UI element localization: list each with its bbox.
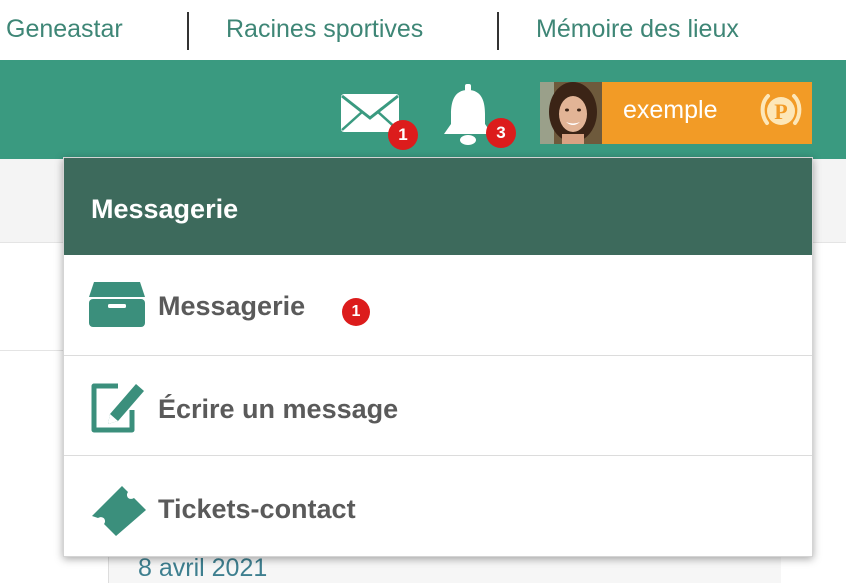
menu-item-label: Écrire un message <box>158 394 399 424</box>
ticket-icon <box>92 486 146 536</box>
top-link-memoire-des-lieux[interactable]: Mémoire des lieux <box>536 15 739 44</box>
inbox-tray-icon <box>89 282 145 327</box>
user-name: exemple <box>623 96 718 124</box>
menu-item-tickets-contact[interactable]: Tickets-contact <box>64 455 812 555</box>
notifications-count-badge: 3 <box>486 118 516 148</box>
messages-button[interactable]: 1 <box>339 88 418 150</box>
messages-count-badge: 1 <box>388 120 418 150</box>
user-menu-button[interactable]: exemple P <box>540 82 812 144</box>
premium-letter: P <box>774 99 787 124</box>
top-link-racines-sportives[interactable]: Racines sportives <box>226 15 423 44</box>
menu-item-ecrire-un-message[interactable]: Écrire un message <box>64 355 812 455</box>
avatar <box>540 82 602 144</box>
top-link-separator <box>187 12 189 50</box>
dropdown-header: Messagerie <box>64 158 812 255</box>
top-link-separator <box>497 12 499 50</box>
messagerie-count-badge: 1 <box>342 298 370 326</box>
premium-badge-icon: P <box>760 94 802 125</box>
top-links-bar: Geneastar Racines sportives Mémoire des … <box>0 0 846 60</box>
compose-icon <box>91 383 144 433</box>
site-header: 1 3 exemple P <box>0 60 846 159</box>
menu-item-label: Tickets-contact <box>158 494 356 524</box>
page-date: 8 avril 2021 <box>138 554 268 582</box>
avatar-image <box>540 82 602 144</box>
dropdown-title: Messagerie <box>91 194 239 224</box>
page-divider <box>0 350 70 351</box>
top-link-geneastar[interactable]: Geneastar <box>6 15 123 44</box>
menu-item-label: Messagerie <box>158 291 306 321</box>
messaging-dropdown: Messagerie Messagerie 1 Écrire un messag… <box>63 157 813 557</box>
menu-item-messagerie[interactable]: Messagerie 1 <box>64 255 812 354</box>
notifications-button[interactable]: 3 <box>440 82 516 152</box>
